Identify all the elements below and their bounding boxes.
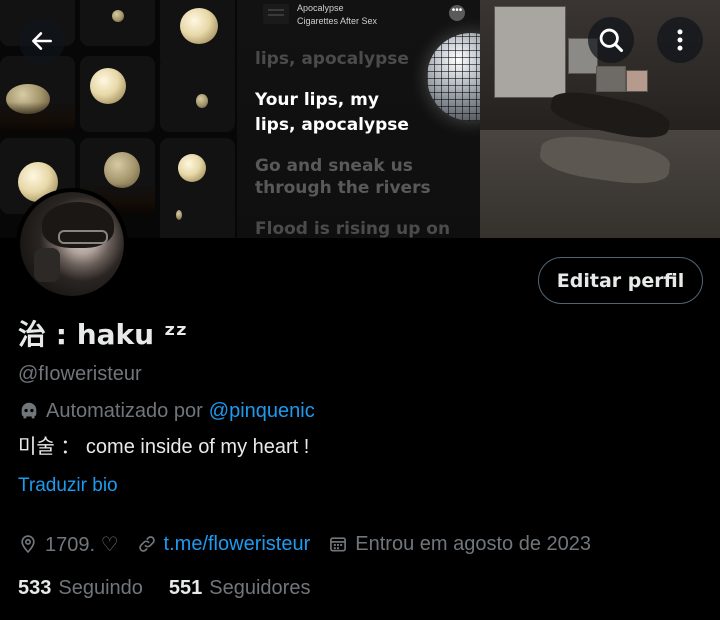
banner-lyrics-panel: Apocalypse Cigarettes After Sex ••• lips… bbox=[237, 0, 480, 238]
lyric-line: Go and sneak us bbox=[255, 156, 413, 176]
search-icon bbox=[599, 28, 624, 53]
song-title: Apocalypse bbox=[297, 3, 344, 13]
following-link[interactable]: 533 Seguindo bbox=[18, 577, 143, 600]
avatar-glasses bbox=[58, 230, 108, 244]
location-pin-icon bbox=[21, 535, 35, 554]
lyric-line: lips, apocalypse bbox=[255, 115, 409, 135]
profile-bio: 미술 ： come inside of my heart ! bbox=[18, 436, 310, 458]
followers-link[interactable]: 551 Seguidores bbox=[169, 577, 311, 600]
display-name: 治 : haku ᶻᶻ bbox=[18, 318, 188, 351]
location-text: 1709. ♡ bbox=[45, 533, 119, 556]
song-info: Apocalypse Cigarettes After Sex bbox=[297, 2, 377, 28]
automated-by-link[interactable]: @pinquenic bbox=[209, 400, 315, 423]
following-count: 533 bbox=[18, 576, 52, 599]
avatar-microphone bbox=[34, 248, 60, 282]
poster bbox=[626, 70, 648, 92]
moon-tile bbox=[0, 56, 75, 132]
calendar-icon bbox=[330, 537, 347, 552]
followers-count: 551 bbox=[168, 576, 203, 599]
profile-meta: 1709. ♡ t.me/floweristeur Entrou em agos… bbox=[18, 530, 609, 558]
joined-item: Entrou em agosto de 2023 bbox=[328, 533, 591, 556]
album-art bbox=[263, 4, 289, 24]
robot-icon bbox=[21, 402, 37, 419]
location-item: 1709. ♡ bbox=[18, 532, 119, 557]
lyric-line: through the rivers bbox=[255, 178, 431, 198]
following-label: Seguindo bbox=[58, 576, 143, 599]
arrow-left-icon bbox=[32, 32, 52, 50]
translate-bio-link[interactable]: Traduzir bio bbox=[18, 474, 118, 498]
more-options-button[interactable] bbox=[657, 17, 703, 63]
poster bbox=[494, 6, 566, 98]
automated-prefix: Automatizado por bbox=[46, 399, 203, 422]
moon-tile bbox=[80, 0, 155, 46]
moon-tile bbox=[80, 56, 155, 132]
website-link[interactable]: t.me/floweristeur bbox=[164, 533, 311, 556]
lyric-line: lips, apocalypse bbox=[255, 49, 409, 69]
link-icon bbox=[138, 536, 155, 552]
moon-tile bbox=[160, 200, 235, 238]
website-item: t.me/floweristeur bbox=[137, 533, 311, 556]
back-button[interactable] bbox=[19, 18, 65, 64]
disco-ball-image bbox=[427, 33, 480, 121]
automated-label: Automatizado por @pinquenic bbox=[18, 398, 315, 424]
profile-avatar[interactable] bbox=[16, 188, 128, 300]
moon-tile bbox=[160, 56, 235, 132]
joined-date: Entrou em agosto de 2023 bbox=[355, 532, 591, 555]
lyric-line: Flood is rising up on bbox=[255, 219, 451, 238]
song-artist: Cigarettes After Sex bbox=[297, 16, 378, 26]
edit-profile-button[interactable]: Editar perfil bbox=[538, 257, 703, 304]
search-button[interactable] bbox=[588, 17, 634, 63]
more-vertical-icon bbox=[677, 29, 683, 51]
avatar-photo bbox=[20, 192, 124, 296]
lyric-line: Your lips, my bbox=[255, 90, 379, 110]
username-handle: @fIoweristeur bbox=[18, 363, 142, 385]
follow-stats: 533 Seguindo 551 Seguidores bbox=[18, 574, 336, 602]
followers-label: Seguidores bbox=[209, 576, 311, 599]
poster bbox=[596, 66, 626, 92]
song-more-icon: ••• bbox=[449, 5, 465, 21]
